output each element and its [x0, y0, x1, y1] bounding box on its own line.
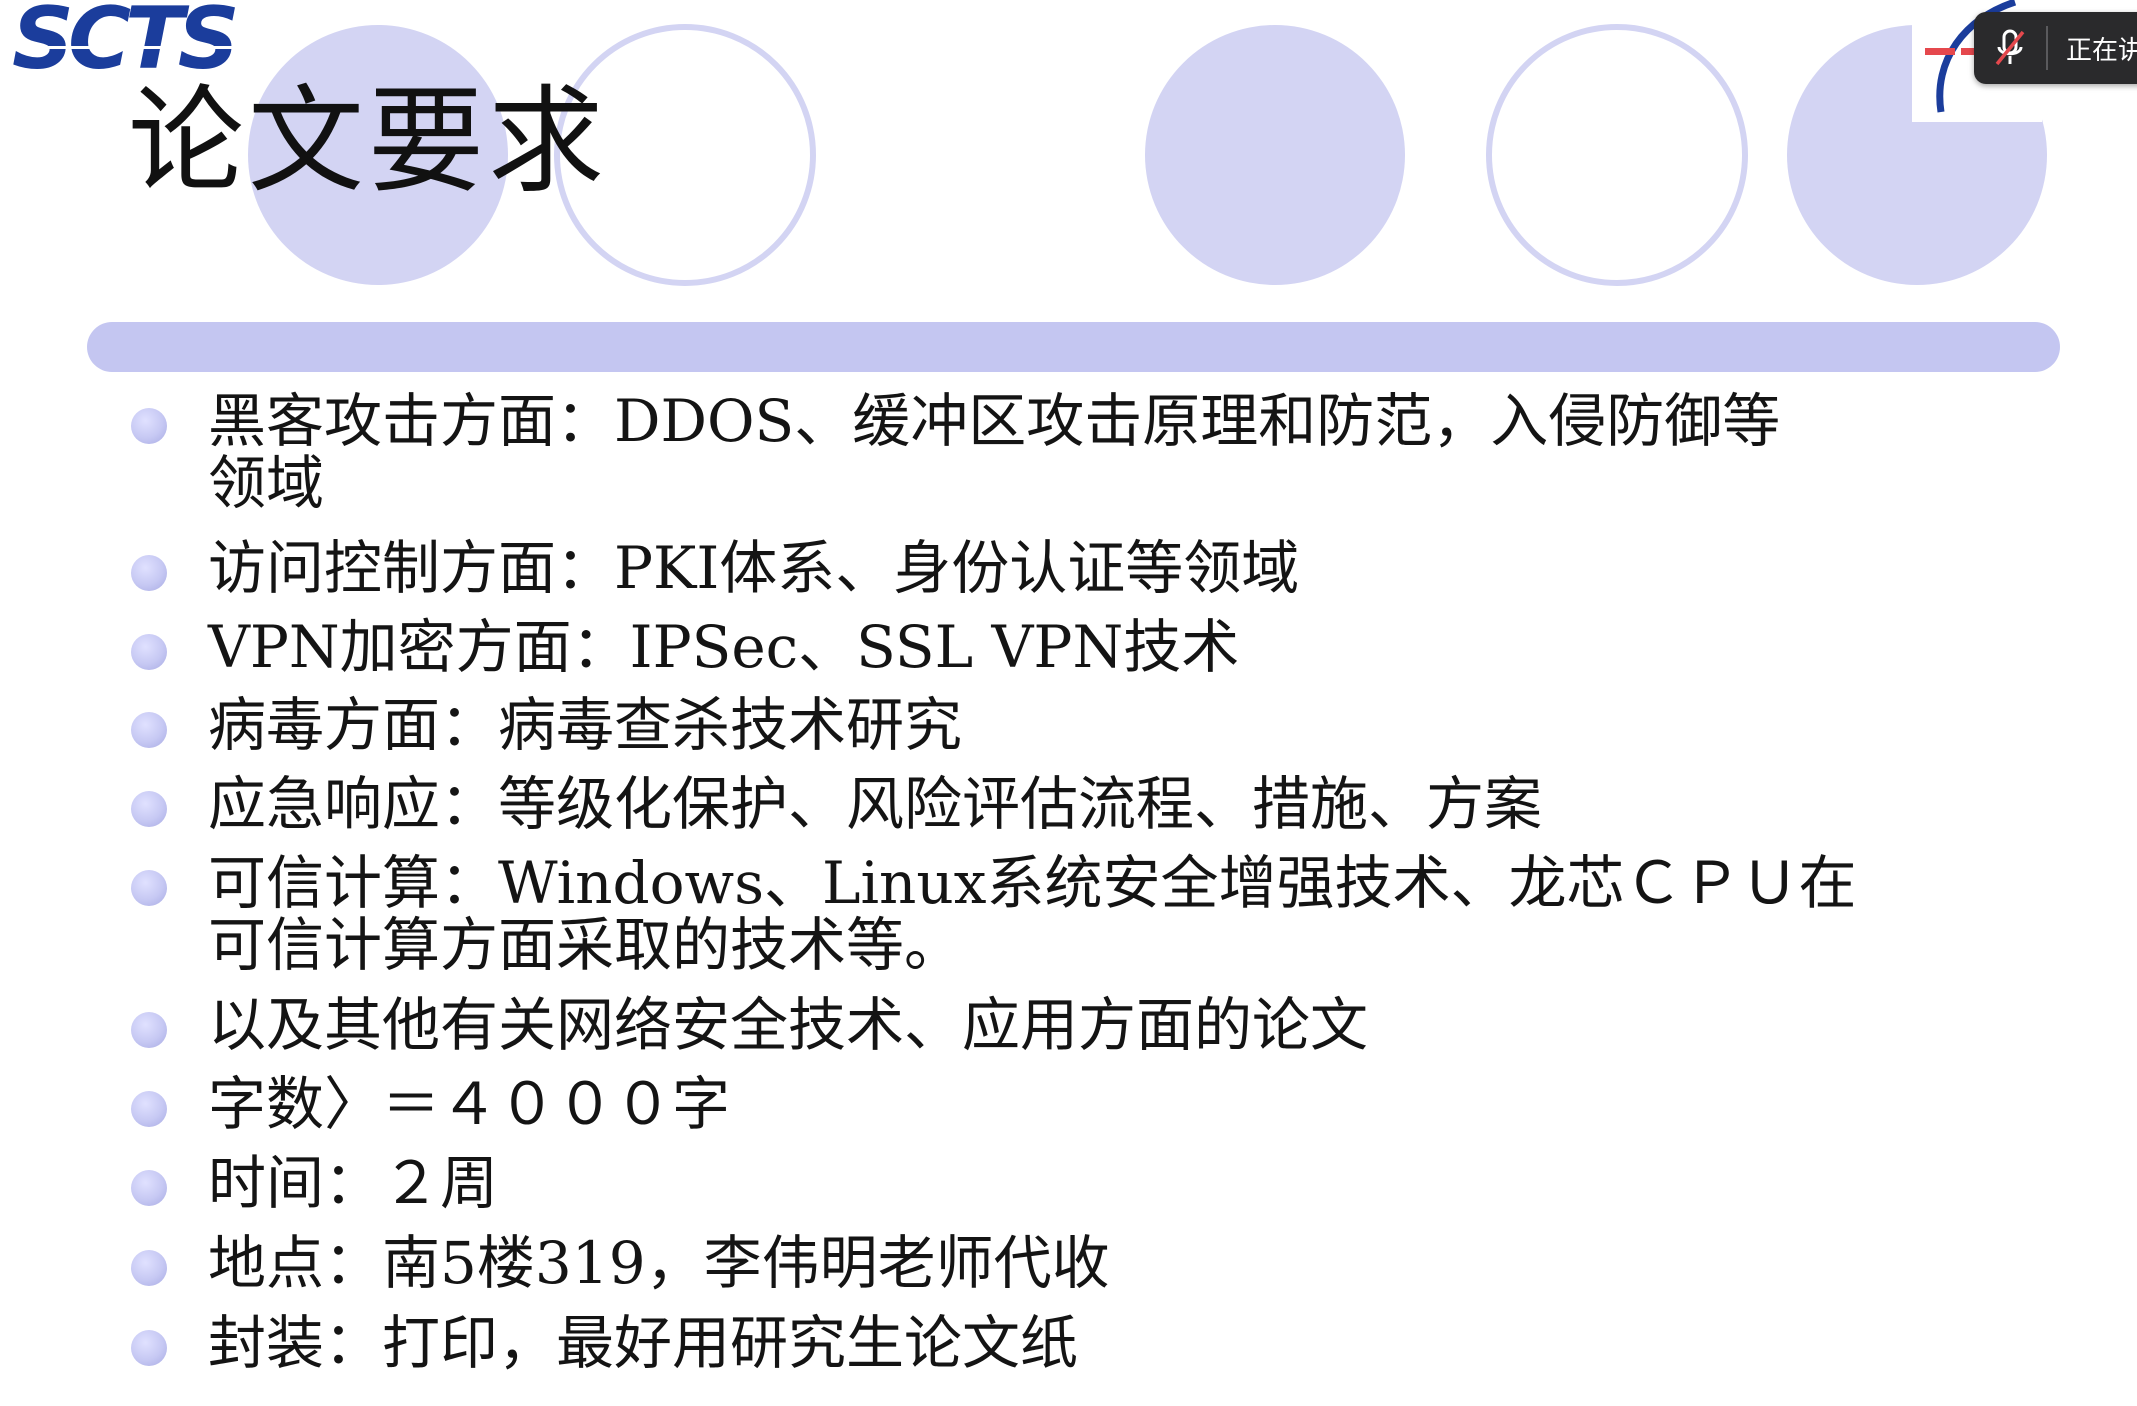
bullet-dot-icon: [131, 1091, 167, 1127]
bullet-dot-icon: [131, 791, 167, 827]
list-item: VPN加密方面：IPSec、SSL VPN技术: [131, 616, 2038, 678]
list-item: 以及其他有关网络安全技术、应用方面的论文: [131, 994, 2038, 1056]
list-item: 可信计算：Windows、Linux系统安全增强技术、龙芯ＣＰＵ在 可信计算方面…: [131, 852, 2038, 976]
list-item: 封装：打印，最好用研究生论文纸: [131, 1312, 2038, 1374]
bullet-dot-icon: [131, 1330, 167, 1366]
bullet-dot-icon: [131, 408, 167, 444]
decor-circle-outline-2: [1486, 24, 1748, 286]
presentation-slide: SCTS 论文要求 黑客攻击方面：DDOS、缓冲区攻击原理和防范，入侵防御等 领…: [0, 0, 2137, 1406]
decor-circle-filled-2: [1145, 25, 1405, 285]
speaking-label: 正在讲: [2065, 35, 2137, 66]
speaking-indicator[interactable]: 正在讲: [1974, 12, 2137, 84]
bullet-dot-icon: [131, 1250, 167, 1286]
bullet-dot-icon: [131, 1012, 167, 1048]
bullet-dot-icon: [131, 712, 167, 748]
list-item: 时间：２周: [131, 1152, 2038, 1214]
bullet-dot-icon: [131, 1170, 167, 1206]
bullet-dot-icon: [131, 555, 167, 591]
mic-muted-icon[interactable]: [1974, 12, 2046, 84]
list-item: 应急响应：等级化保护、风险评估流程、措施、方案: [131, 773, 2038, 835]
bullet-dot-icon: [131, 870, 167, 906]
slide-title: 论文要求: [128, 74, 608, 209]
list-item: 字数〉＝４０００字: [131, 1073, 2038, 1135]
list-item: 黑客攻击方面：DDOS、缓冲区攻击原理和防范，入侵防御等 领域: [131, 390, 2038, 514]
bullet-dot-icon: [131, 634, 167, 670]
title-divider-bar: [87, 322, 2060, 372]
list-item: 地点：南5楼319，李伟明老师代收: [131, 1232, 2038, 1294]
list-item: 访问控制方面：PKI体系、身份认证等领域: [131, 537, 2038, 599]
list-item: 病毒方面：病毒查杀技术研究: [131, 694, 2038, 756]
